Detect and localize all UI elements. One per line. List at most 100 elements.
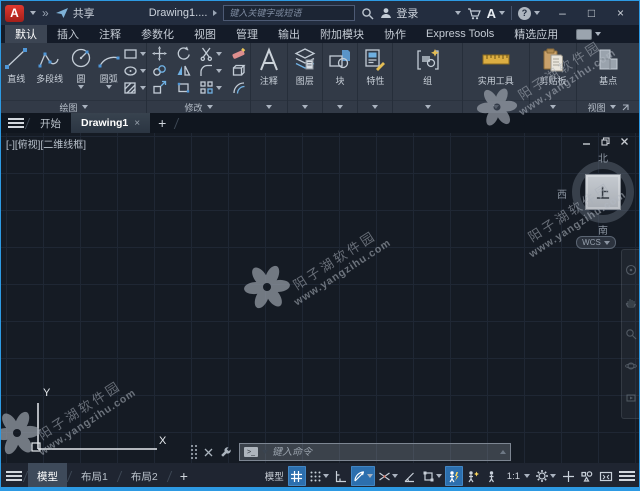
- command-input[interactable]: [272, 446, 496, 458]
- polar-caret-icon[interactable]: [366, 474, 373, 478]
- layers-panel-flyout[interactable]: [287, 100, 322, 113]
- cmdline-customize-wrench-icon[interactable]: [220, 446, 232, 458]
- ribbon-tab-annotate[interactable]: 注释: [89, 25, 131, 43]
- file-tabs-menu-icon[interactable]: [7, 113, 25, 133]
- annotation-monitor-button[interactable]: [559, 466, 577, 486]
- view-dialog-launcher-icon[interactable]: [622, 103, 629, 111]
- help-button[interactable]: ?: [518, 6, 540, 20]
- erase-button[interactable]: [226, 46, 250, 61]
- viewport-controls-label[interactable]: [-][俯视][二维线框]: [6, 136, 86, 151]
- copy-button[interactable]: [147, 63, 171, 78]
- stretch-button[interactable]: [171, 80, 195, 95]
- properties-panel-flyout[interactable]: [358, 100, 393, 113]
- block-panel-flyout[interactable]: [322, 100, 358, 113]
- annotation-autoscale-toggle[interactable]: [464, 466, 482, 486]
- orbit-icon[interactable]: [624, 360, 637, 372]
- autodesk-apps-button[interactable]: A: [487, 6, 505, 21]
- line-button[interactable]: 直线: [1, 45, 32, 85]
- snap-caret-icon[interactable]: [322, 474, 329, 478]
- annotate-panel-flyout[interactable]: [251, 100, 287, 113]
- isodraft-toggle[interactable]: [376, 466, 400, 486]
- clipboard-panel-flyout[interactable]: [529, 100, 577, 113]
- utilities-button[interactable]: 实用工具: [478, 45, 514, 87]
- ribbon-tab-parametric[interactable]: 参数化: [131, 25, 184, 43]
- object-snap-toggle[interactable]: [420, 466, 444, 486]
- ribbon-tab-insert[interactable]: 插入: [47, 25, 89, 43]
- object-snap-caret-icon[interactable]: [435, 474, 442, 478]
- model-space-indicator[interactable]: 模型: [262, 469, 287, 483]
- command-expand-caret-icon[interactable]: [500, 450, 506, 454]
- arc-caret-icon[interactable]: [105, 85, 112, 89]
- move-button[interactable]: [147, 46, 171, 61]
- explode-button[interactable]: [226, 63, 250, 78]
- panel-title-draw[interactable]: 绘图: [1, 100, 146, 113]
- new-drawing-button[interactable]: +: [150, 113, 174, 133]
- layout-tab-layout1[interactable]: 布局1: [72, 463, 117, 489]
- arc-button[interactable]: 圆弧: [94, 45, 123, 89]
- account-caret-icon[interactable]: [454, 11, 461, 15]
- scale-button[interactable]: [147, 80, 171, 95]
- maximize-button[interactable]: □: [577, 2, 606, 24]
- osnap-tracking-toggle[interactable]: [401, 466, 419, 486]
- panel-title-view[interactable]: 视图: [577, 100, 639, 113]
- offset-button[interactable]: [226, 80, 250, 95]
- minimize-button[interactable]: –: [548, 2, 577, 24]
- circle-caret-icon[interactable]: [78, 85, 85, 89]
- ribbon-tab-view[interactable]: 视图: [184, 25, 226, 43]
- array-button[interactable]: [195, 80, 226, 95]
- doc-close-icon[interactable]: [620, 137, 629, 146]
- command-line-bar[interactable]: >_: [191, 441, 511, 463]
- annotate-button[interactable]: 注释: [256, 45, 282, 87]
- wcs-dropdown[interactable]: WCS: [576, 236, 616, 249]
- doc-restore-icon[interactable]: [601, 137, 610, 146]
- base-view-button[interactable]: 基点: [595, 45, 621, 87]
- ribbon-tab-addins[interactable]: 附加模块: [310, 25, 374, 43]
- layout-menu-icon[interactable]: [5, 471, 23, 481]
- block-button[interactable]: 块: [327, 45, 353, 87]
- title-flyout-icon[interactable]: [213, 10, 218, 16]
- viewcube-top-face[interactable]: 上: [585, 174, 621, 210]
- sign-in-button[interactable]: 登录: [380, 5, 418, 21]
- layout-tab-model[interactable]: 模型: [28, 463, 67, 489]
- isolate-objects-button[interactable]: [578, 466, 596, 486]
- rectangle-button[interactable]: [123, 45, 146, 62]
- drawing-canvas[interactable]: [-][俯视][二维线框] 上 北 西 东 南 WCS: [1, 133, 639, 463]
- ortho-toggle[interactable]: [332, 466, 350, 486]
- workspace-switching-button[interactable]: [533, 466, 558, 486]
- doc-minimize-icon[interactable]: [582, 137, 591, 146]
- properties-button[interactable]: 特性: [362, 45, 388, 87]
- ribbon-tab-home[interactable]: 默认: [5, 25, 47, 43]
- polar-tracking-toggle[interactable]: [350, 466, 375, 486]
- cmdline-drag-handle[interactable]: [191, 445, 197, 459]
- app-menu-caret-icon[interactable]: [30, 11, 36, 15]
- groups-panel-flyout[interactable]: [393, 100, 462, 113]
- app-menu-button[interactable]: A: [5, 4, 24, 22]
- viewcube-south-label[interactable]: 南: [598, 222, 608, 237]
- cmdline-close-icon[interactable]: [204, 448, 213, 457]
- workspace-caret-icon[interactable]: [550, 474, 556, 478]
- viewcube-west-label[interactable]: 西: [557, 186, 567, 201]
- polyline-button[interactable]: 多段线: [32, 45, 68, 85]
- trim-button[interactable]: [195, 46, 226, 61]
- rotate-button[interactable]: [171, 46, 195, 61]
- ribbon-display-toggle[interactable]: [576, 25, 602, 43]
- share-button[interactable]: 共享: [55, 5, 95, 21]
- file-tab-drawing1[interactable]: Drawing1 ×: [71, 113, 151, 133]
- zoom-icon[interactable]: [625, 328, 637, 340]
- ribbon-tab-express[interactable]: Express Tools: [416, 25, 504, 43]
- close-button[interactable]: ×: [606, 2, 635, 24]
- ribbon-tab-collaborate[interactable]: 协作: [374, 25, 416, 43]
- command-input-field[interactable]: >_: [239, 443, 511, 461]
- grid-toggle[interactable]: [287, 466, 306, 486]
- quick-access-expand-button[interactable]: »: [42, 6, 49, 20]
- search-input[interactable]: [223, 5, 356, 21]
- circle-button[interactable]: 圆: [68, 45, 95, 89]
- pan-hand-icon[interactable]: [625, 296, 637, 308]
- command-history-caret-icon[interactable]: [262, 450, 268, 454]
- annotation-visibility-toggle[interactable]: [444, 466, 463, 486]
- ellipse-button[interactable]: [123, 62, 146, 79]
- navigation-bar[interactable]: [621, 249, 639, 419]
- ribbon-tab-output[interactable]: 输出: [268, 25, 310, 43]
- clipboard-button[interactable]: 剪贴板: [539, 45, 566, 87]
- hatch-button[interactable]: [123, 79, 146, 96]
